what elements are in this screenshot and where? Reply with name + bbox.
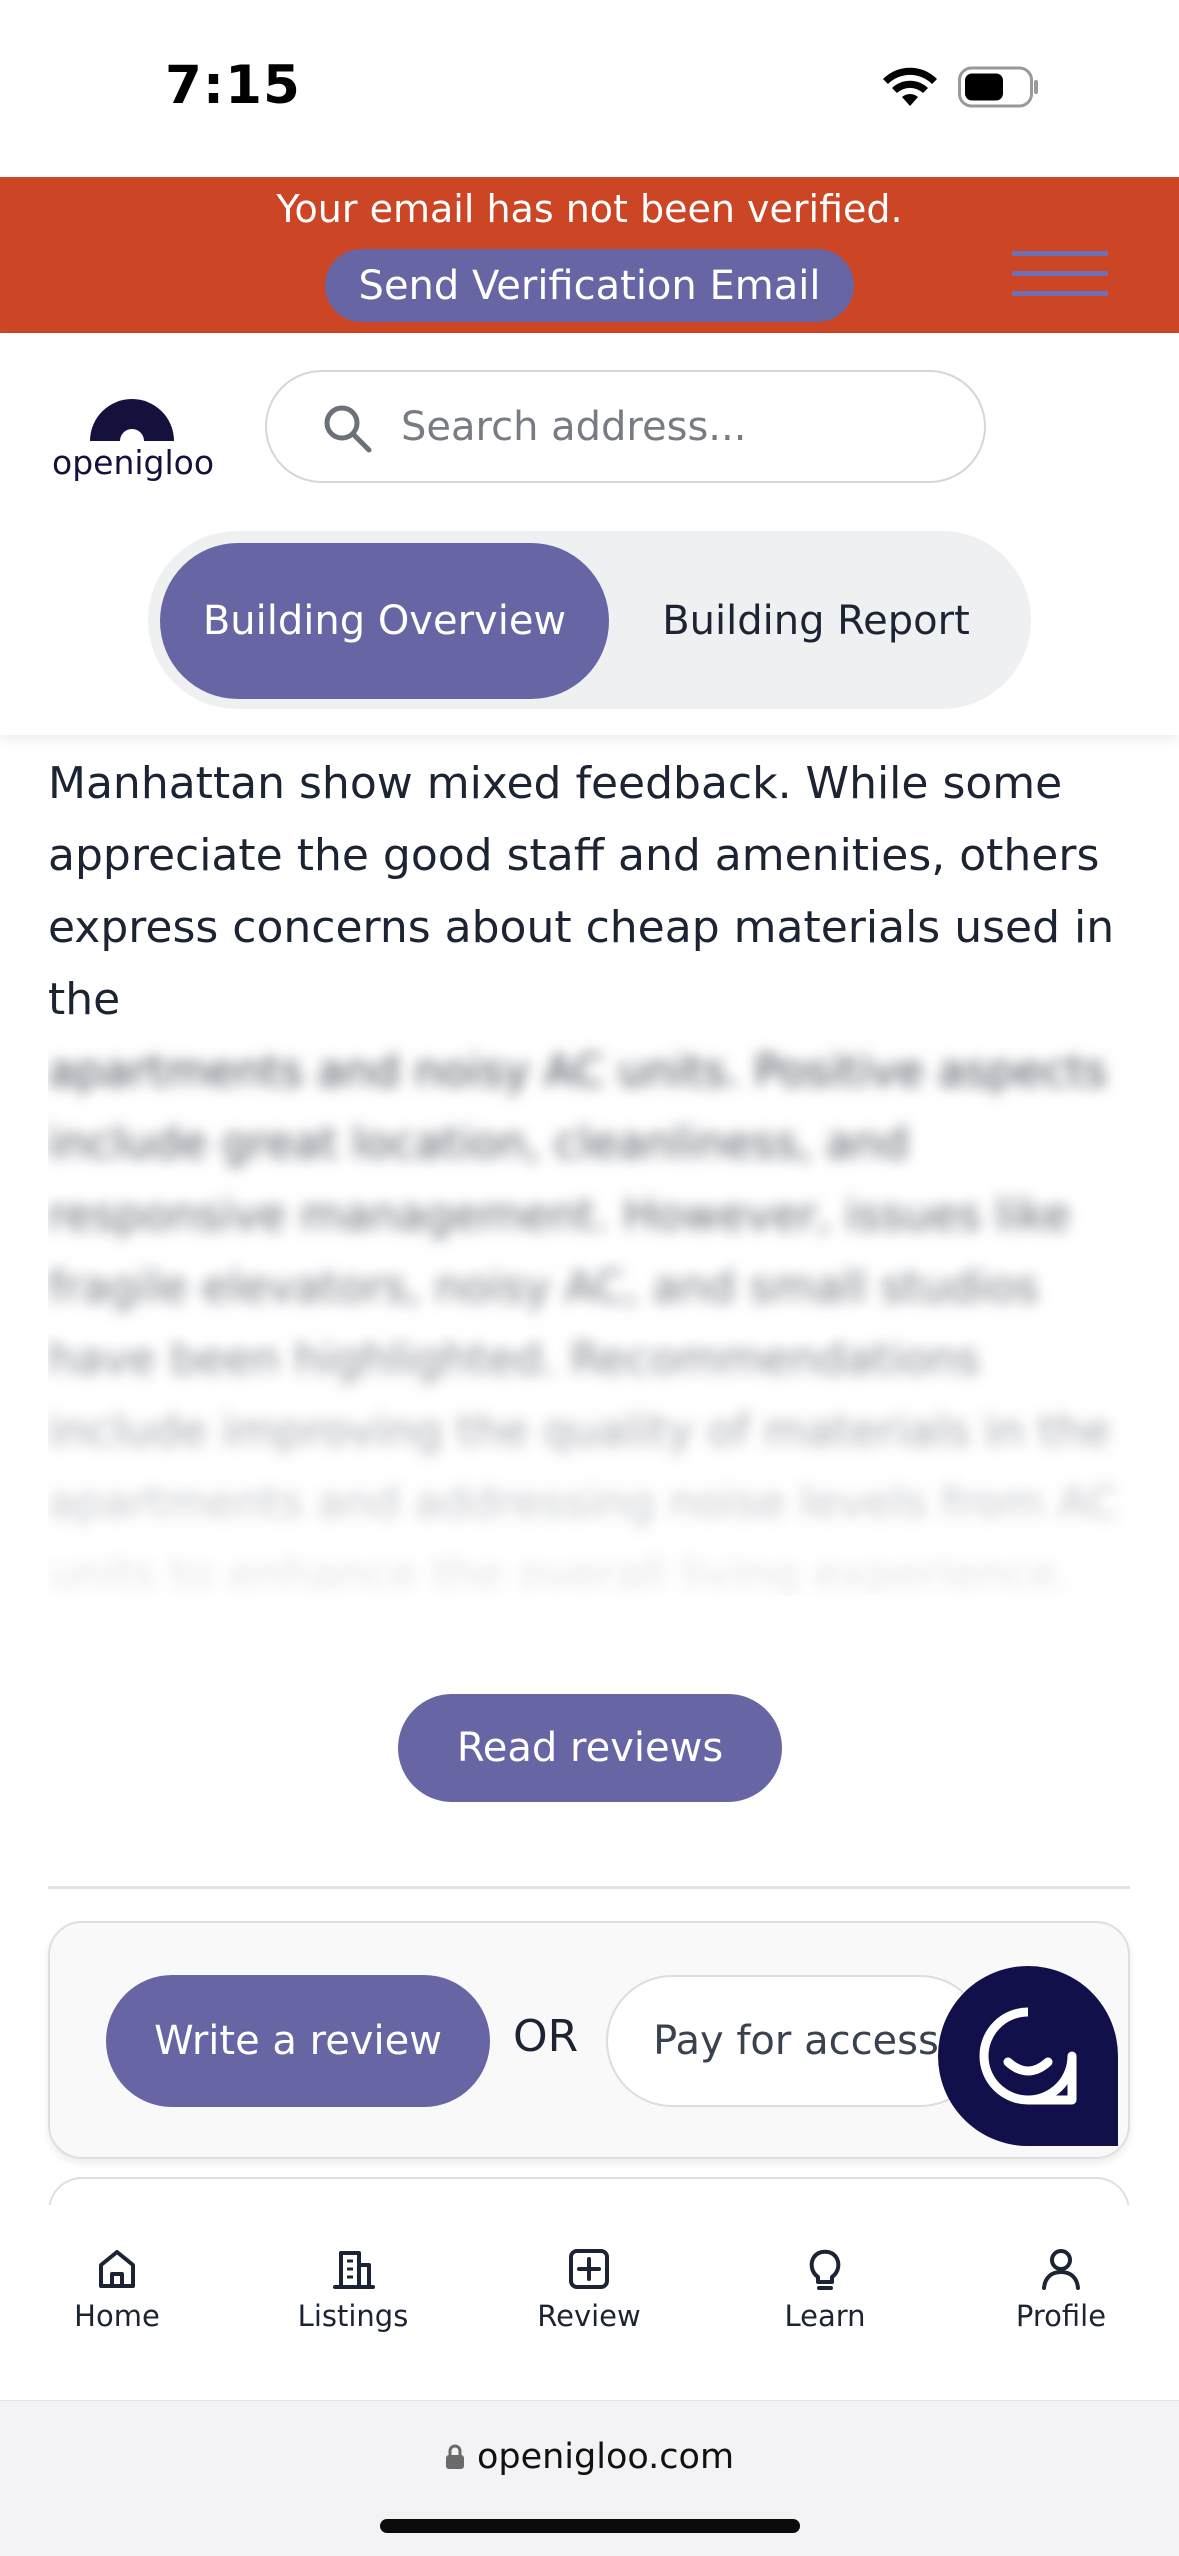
nav-learn[interactable]: Learn [735,2245,915,2333]
home-indicator[interactable] [380,2519,800,2533]
building-icon [333,2251,375,2289]
search-icon [324,405,372,453]
chat-icon [979,2007,1077,2105]
logo-text: openigloo [52,443,215,482]
verification-banner: Your email has not been verified. Send V… [0,177,1179,333]
nav-home-label: Home [74,2299,160,2333]
nav-listings[interactable]: Listings [263,2245,443,2333]
send-verification-button[interactable]: Send Verification Email [325,249,854,322]
nav-profile-label: Profile [1015,2299,1107,2333]
search-input[interactable] [401,396,961,458]
bottom-nav: Home Listings Review Learn Profile [0,2205,1179,2400]
home-icon [99,2250,135,2288]
nav-listings-label: Listings [297,2299,409,2333]
nav-review-label: Review [537,2299,641,2333]
verification-message: Your email has not been verified. [276,187,903,231]
building-tabs: Building Overview Building Report [148,531,1031,709]
or-label: OR [513,2011,579,2062]
nav-learn-label: Learn [784,2299,866,2333]
lightbulb-icon [809,2249,841,2290]
read-reviews-button[interactable]: Read reviews [398,1694,782,1802]
section-divider [48,1886,1130,1889]
status-bar: 7:15 [0,0,1179,177]
openigloo-logo[interactable]: openigloo [52,391,215,491]
review-summary-text: Manhattan show mixed feedback. While som… [48,758,1115,1025]
url-text: openigloo.com [476,2437,735,2477]
write-review-button[interactable]: Write a review [106,1975,490,2107]
blurred-summary-text: apartments and noisy AC units. Positive … [48,1046,1118,1596]
plus-square-icon [569,2249,609,2289]
chat-support-button[interactable] [938,1966,1118,2146]
status-time: 7:15 [165,55,301,116]
site-header: openigloo Building Overview Building Rep… [0,333,1179,735]
igloo-logo-icon [90,399,174,441]
tab-building-overview[interactable]: Building Overview [160,543,609,699]
nav-profile[interactable]: Profile [971,2245,1151,2333]
user-icon [1042,2249,1080,2290]
tab-building-report[interactable]: Building Report [626,543,1006,699]
search-bar[interactable] [265,370,986,483]
nav-home[interactable]: Home [27,2245,207,2333]
nav-review[interactable]: Review [499,2245,679,2333]
browser-address-bar[interactable]: openigloo.com [0,2400,1179,2556]
wifi-icon [883,67,937,106]
url-display[interactable]: openigloo.com [0,2437,1179,2477]
locked-summary-area: apartments and noisy AC units. Positive … [48,1036,1138,1596]
battery-icon [958,66,1038,108]
hamburger-menu-icon[interactable] [1012,251,1108,301]
pay-for-access-button[interactable]: Pay for access [606,1975,986,2107]
lock-icon [445,2444,464,2469]
